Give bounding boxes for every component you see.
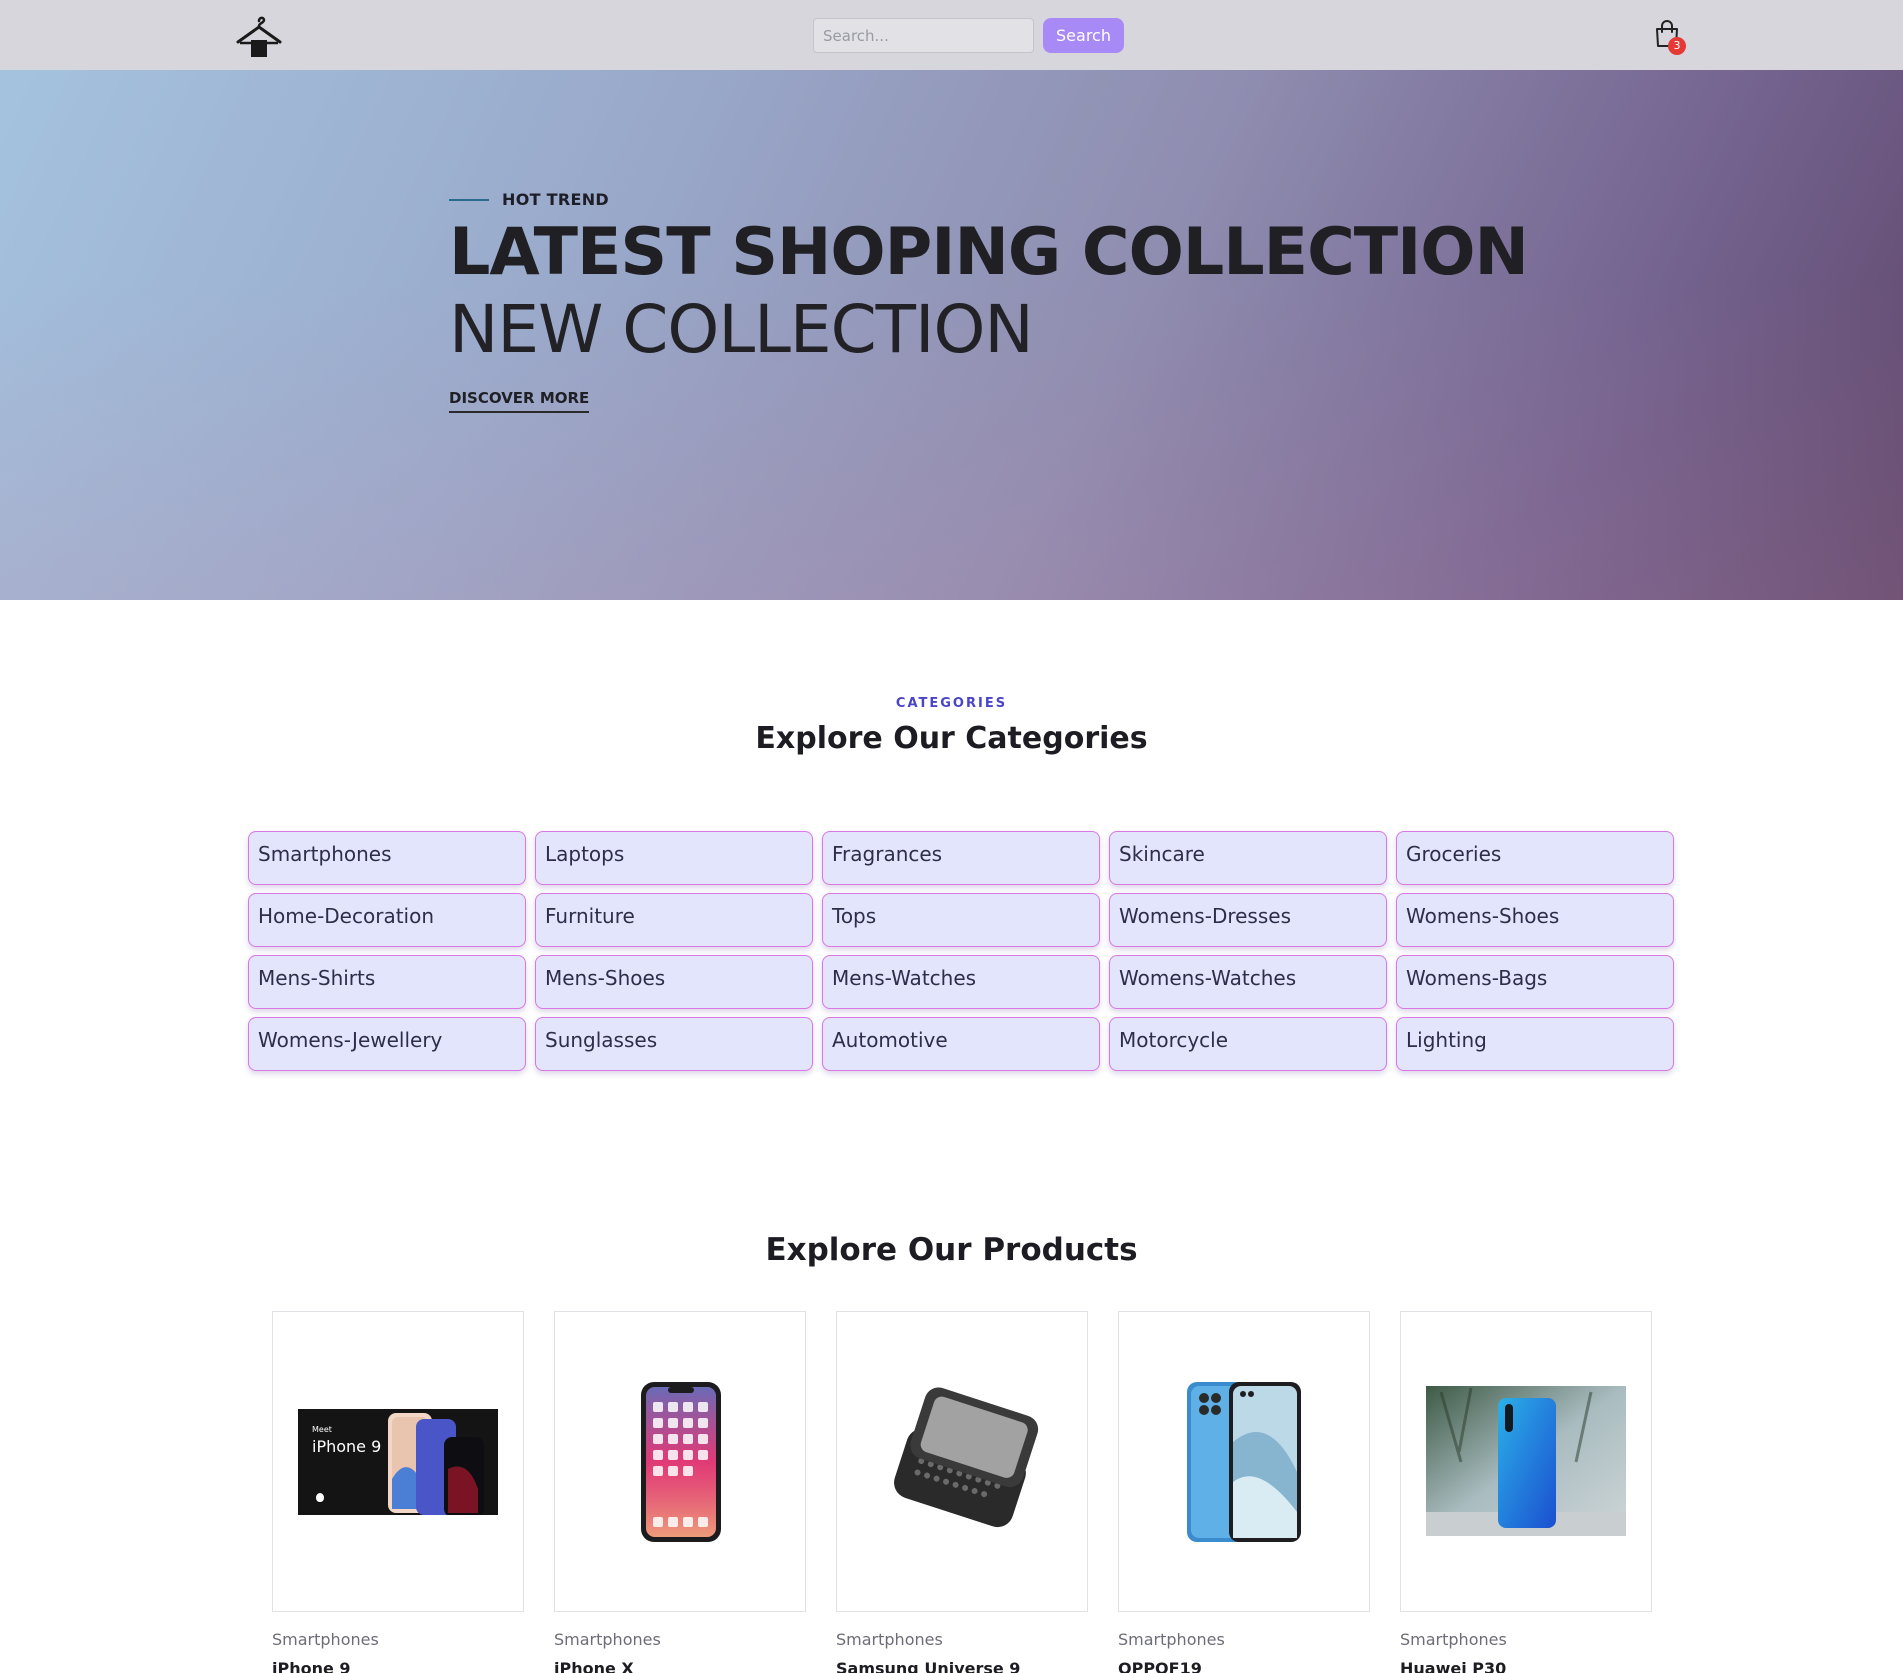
product-category: Smartphones: [1118, 1630, 1225, 1649]
category-furniture[interactable]: Furniture: [535, 893, 813, 947]
product-list: Meet iPhone 9 Smartphones iPhone 9 Smart…: [272, 1311, 1652, 1673]
product-image: [641, 1382, 721, 1542]
product-image-frame[interactable]: [1400, 1311, 1652, 1612]
category-laptops[interactable]: Laptops: [535, 831, 813, 885]
product-image-frame[interactable]: Meet iPhone 9: [272, 1311, 524, 1612]
category-tops[interactable]: Tops: [822, 893, 1100, 947]
product-name: iPhone X: [554, 1659, 634, 1673]
product-image: [1426, 1386, 1626, 1536]
cart-count-badge: 3: [1668, 37, 1686, 55]
cart-button[interactable]: 3: [1654, 20, 1690, 56]
product-card[interactable]: Smartphones Huawei P30: [1400, 1311, 1652, 1673]
hero-title: LATEST SHOPING COLLECTION: [449, 215, 1529, 290]
product-card[interactable]: Meet iPhone 9 Smartphones iPhone 9: [272, 1311, 524, 1673]
category-lighting[interactable]: Lighting: [1396, 1017, 1674, 1071]
product-image: [894, 1387, 1039, 1528]
product-category: Smartphones: [1400, 1630, 1507, 1649]
product-image-frame[interactable]: [554, 1311, 806, 1612]
phones-illustration: [388, 1413, 484, 1515]
categories-header: CATEGORIES Explore Our Categories: [0, 696, 1903, 756]
category-womens-jewellery[interactable]: Womens-Jewellery: [248, 1017, 526, 1071]
category-automotive[interactable]: Automotive: [822, 1017, 1100, 1071]
search-button[interactable]: Search: [1043, 18, 1124, 53]
category-womens-bags[interactable]: Womens-Bags: [1396, 955, 1674, 1009]
category-womens-dresses[interactable]: Womens-Dresses: [1109, 893, 1387, 947]
eyebrow-text: HOT TREND: [502, 190, 610, 209]
category-mens-shoes[interactable]: Mens-Shoes: [535, 955, 813, 1009]
product-card[interactable]: Smartphones OPPOF19: [1118, 1311, 1370, 1673]
category-groceries[interactable]: Groceries: [1396, 831, 1674, 885]
category-smartphones[interactable]: Smartphones: [248, 831, 526, 885]
product-name: Samsung Universe 9: [836, 1659, 1021, 1673]
hero-content: HOT TREND LATEST SHOPING COLLECTION NEW …: [449, 190, 1529, 413]
hero-banner: HOT TREND LATEST SHOPING COLLECTION NEW …: [0, 70, 1903, 600]
product-image-frame[interactable]: [1118, 1311, 1370, 1612]
product-image: [1187, 1382, 1301, 1542]
category-skincare[interactable]: Skincare: [1109, 831, 1387, 885]
product-category: Smartphones: [554, 1630, 661, 1649]
category-womens-shoes[interactable]: Womens-Shoes: [1396, 893, 1674, 947]
search-bar: Search: [813, 18, 1124, 53]
categories-label: CATEGORIES: [895, 696, 1008, 711]
category-mens-shirts[interactable]: Mens-Shirts: [248, 955, 526, 1009]
product-card[interactable]: Smartphones Samsung Universe 9: [836, 1311, 1088, 1673]
product-image-frame[interactable]: [836, 1311, 1088, 1612]
category-womens-watches[interactable]: Womens-Watches: [1109, 955, 1387, 1009]
hero-subtitle: NEW COLLECTION: [449, 291, 1034, 368]
products-title: Explore Our Products: [765, 1232, 1138, 1268]
hero-eyebrow: HOT TREND: [449, 190, 1528, 209]
categories-title: Explore Our Categories: [755, 721, 1148, 756]
navbar: Search 3: [0, 0, 1903, 70]
category-sunglasses[interactable]: Sunglasses: [535, 1017, 813, 1071]
product-card[interactable]: Smartphones iPhone X: [554, 1311, 806, 1673]
product-category: Smartphones: [836, 1630, 943, 1649]
category-grid: Smartphones Laptops Fragrances Skincare …: [248, 831, 1674, 1071]
product-name: Huawei P30: [1400, 1659, 1507, 1673]
hanger-house-icon[interactable]: [234, 12, 284, 58]
eyebrow-line: [449, 198, 489, 201]
category-motorcycle[interactable]: Motorcycle: [1109, 1017, 1387, 1071]
search-input[interactable]: [813, 18, 1034, 53]
product-name: iPhone 9: [272, 1659, 351, 1673]
category-home-decoration[interactable]: Home-Decoration: [248, 893, 526, 947]
discover-more-link[interactable]: DISCOVER MORE: [449, 389, 590, 413]
product-category: Smartphones: [272, 1630, 379, 1649]
product-image: Meet iPhone 9: [298, 1409, 498, 1515]
product-name: OPPOF19: [1118, 1659, 1202, 1673]
category-fragrances[interactable]: Fragrances: [822, 831, 1100, 885]
category-mens-watches[interactable]: Mens-Watches: [822, 955, 1100, 1009]
